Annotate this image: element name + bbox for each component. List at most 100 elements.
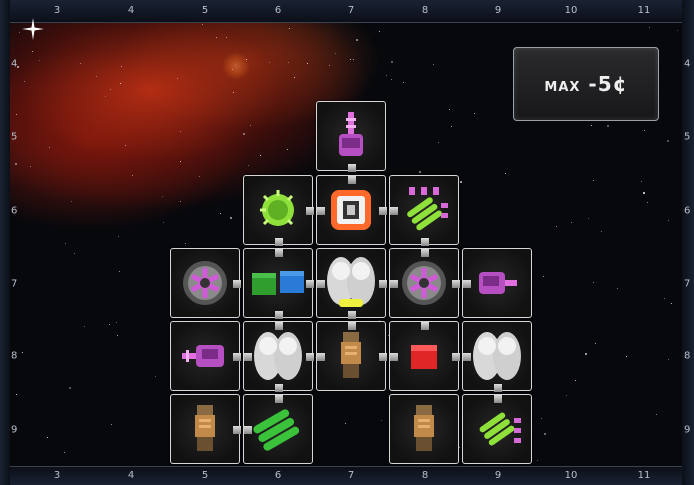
- star-dot: [248, 165, 250, 167]
- ship-tile-double-cannon[interactable]: [316, 248, 387, 319]
- star-dot: [418, 170, 421, 173]
- ship-tile-laser[interactable]: [462, 248, 532, 318]
- star-dot: [450, 126, 452, 128]
- star-dot: [111, 424, 113, 426]
- ship-tile-cargo[interactable]: [243, 248, 314, 319]
- column-label-bottom: 4: [127, 470, 135, 481]
- ship-tile-thruster[interactable]: [316, 321, 387, 391]
- row-label-left: 6: [11, 205, 18, 217]
- star-dot: [593, 180, 595, 182]
- cosmic-credit-icon: ¢: [612, 72, 628, 96]
- column-label-bottom: 10: [564, 470, 578, 481]
- star-dot: [575, 379, 577, 381]
- star-dot: [15, 394, 17, 396]
- star-dot: [616, 287, 618, 289]
- laser-icon: [182, 345, 224, 367]
- column-label-bottom: 11: [637, 470, 651, 481]
- star-dot: [118, 270, 120, 272]
- star-dot: [328, 64, 330, 66]
- ship-tile-battery[interactable]: [462, 394, 532, 464]
- laser-icon: [339, 112, 363, 156]
- max-penalty-box: MAX -5¢: [513, 47, 659, 121]
- star-dot: [96, 75, 98, 77]
- double-engine-icon: [402, 261, 446, 305]
- thruster-icon: [414, 405, 434, 451]
- star-dot: [199, 175, 201, 177]
- star-dot: [104, 96, 106, 98]
- row-label-left: 4: [11, 58, 18, 70]
- thruster-icon: [195, 405, 215, 451]
- star-dot: [391, 61, 394, 64]
- star-dot: [591, 125, 593, 127]
- star-dot: [125, 145, 127, 147]
- row-label-right: 9: [684, 424, 691, 436]
- star-dot: [83, 326, 85, 328]
- star-dot: [180, 200, 182, 202]
- ship-tile-laser[interactable]: [170, 321, 241, 391]
- column-label-bottom: 3: [53, 470, 61, 481]
- ship-tile-laser[interactable]: [316, 101, 386, 172]
- star-dot: [460, 181, 463, 184]
- star-dot: [542, 276, 544, 278]
- star-dot: [48, 147, 50, 148]
- double-cannon-icon: [254, 332, 302, 380]
- star-dot: [64, 243, 66, 245]
- star-dot: [162, 195, 164, 197]
- star-dot: [643, 129, 645, 131]
- ship-tile-double-engine[interactable]: [389, 248, 460, 318]
- cargo-hold-icon: [411, 345, 437, 369]
- max-value: -5: [588, 72, 613, 96]
- star-dot: [390, 78, 392, 80]
- column-label-bottom: 6: [274, 470, 282, 481]
- max-word: MAX: [544, 80, 581, 95]
- star-dot: [381, 420, 383, 422]
- ship-tile-main-cabin[interactable]: [316, 175, 387, 245]
- star-dot: [306, 63, 308, 65]
- column-label-bottom: 7: [347, 470, 355, 481]
- star-dot: [117, 236, 119, 238]
- star-dot: [116, 321, 118, 323]
- ship-tile-thruster[interactable]: [389, 394, 459, 464]
- ship-tile-shield[interactable]: [243, 175, 314, 246]
- ship-tile-battery[interactable]: [389, 175, 459, 246]
- double-engine-icon: [183, 261, 227, 305]
- star-dot: [246, 59, 248, 61]
- ship-tile-cargo[interactable]: [389, 321, 460, 391]
- bright-star-icon: [22, 18, 44, 40]
- star-dot: [233, 91, 235, 93]
- star-dot: [154, 375, 156, 377]
- ship-tile-double-cannon[interactable]: [462, 321, 532, 392]
- double-cannon-icon: [473, 332, 521, 380]
- star-dot: [15, 162, 18, 165]
- board-frame-right: [682, 0, 694, 485]
- battery-icon: [253, 409, 300, 451]
- star-dot: [671, 303, 673, 305]
- star-dot: [32, 50, 34, 52]
- star-dot: [269, 62, 271, 64]
- star-dot: [47, 437, 49, 439]
- column-label-bottom: 9: [494, 470, 502, 481]
- column-label-top: 4: [127, 5, 135, 16]
- star-dot: [29, 166, 31, 168]
- star-dot: [334, 53, 336, 55]
- ship-tile-battery[interactable]: [243, 394, 313, 464]
- star-dot: [432, 64, 434, 66]
- star-dot: [350, 58, 352, 60]
- star-dot: [504, 172, 506, 174]
- star-dot: [215, 36, 217, 38]
- star-dot: [120, 82, 122, 84]
- row-label-right: 6: [684, 205, 691, 217]
- star-dot: [402, 82, 404, 84]
- star-dot: [448, 109, 450, 111]
- star-dot: [587, 218, 589, 220]
- ship-tile-thruster[interactable]: [170, 394, 241, 464]
- star-dot: [179, 161, 181, 163]
- star-dot: [220, 213, 222, 215]
- main-cabin-icon: [331, 190, 371, 230]
- star-dot: [544, 433, 547, 436]
- star-dot: [229, 216, 232, 219]
- star-dot: [540, 418, 542, 420]
- ship-tile-double-cannon[interactable]: [243, 321, 314, 392]
- row-label-right: 5: [684, 131, 691, 143]
- ship-tile-double-engine[interactable]: [170, 248, 241, 318]
